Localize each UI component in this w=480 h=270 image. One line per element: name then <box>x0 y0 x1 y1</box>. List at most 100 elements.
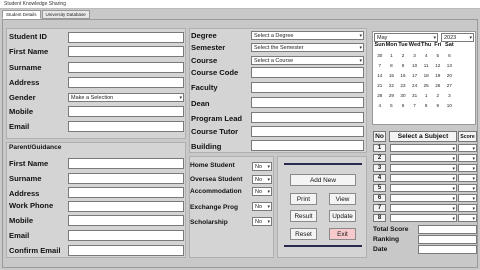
scholarship-select[interactable]: No ▾ <box>252 217 272 226</box>
calendar-day[interactable]: 2 <box>397 51 409 61</box>
calendar-day[interactable]: 15 <box>386 71 398 81</box>
calendar-day[interactable]: 18 <box>420 71 432 81</box>
gender-select[interactable]: Make a Selection ▾ <box>68 93 184 102</box>
calendar-day[interactable]: 6 <box>397 101 409 111</box>
calendar-day[interactable]: 8 <box>420 101 432 111</box>
calendar-day[interactable]: 3 <box>444 91 456 101</box>
degree-select[interactable]: Select a Degree ▾ <box>251 31 364 40</box>
course-select[interactable]: Select a Course ▾ <box>251 56 364 65</box>
subject-select[interactable]: ▾ <box>390 144 457 152</box>
calendar-day[interactable]: 26 <box>432 81 444 91</box>
date-input[interactable] <box>418 245 477 254</box>
tab-university-database[interactable]: University Database <box>41 10 90 19</box>
calendar-day[interactable]: 10 <box>444 101 456 111</box>
calendar-day[interactable]: 23 <box>397 81 409 91</box>
calendar-day[interactable]: 13 <box>444 61 456 71</box>
parent-surname-input[interactable] <box>68 173 184 184</box>
score-select[interactable]: ▾ <box>458 214 477 222</box>
calendar-day[interactable]: 12 <box>432 61 444 71</box>
parent-mobile-input[interactable] <box>68 215 184 226</box>
subject-select[interactable]: ▾ <box>390 184 457 192</box>
subject-select[interactable]: ▾ <box>390 154 457 162</box>
calendar-day[interactable]: 16 <box>397 71 409 81</box>
score-select[interactable]: ▾ <box>458 184 477 192</box>
program-lead-input[interactable] <box>251 112 364 123</box>
score-select[interactable]: ▾ <box>458 164 477 172</box>
accommodation-select[interactable]: No ▾ <box>252 187 272 196</box>
calendar-day[interactable]: 5 <box>432 51 444 61</box>
calendar-day[interactable]: 20 <box>444 71 456 81</box>
subject-select[interactable]: ▾ <box>390 214 457 222</box>
oversea-student-select[interactable]: No ▾ <box>252 175 272 184</box>
calendar-day[interactable]: 29 <box>386 91 398 101</box>
calendar-day[interactable]: 14 <box>374 71 386 81</box>
subject-select[interactable]: ▾ <box>390 164 457 172</box>
tab-student-details[interactable]: Student Details <box>2 10 41 19</box>
total-score-input[interactable] <box>418 225 477 234</box>
calendar-day[interactable]: 30 <box>397 91 409 101</box>
calendar-day[interactable]: 8 <box>386 61 398 71</box>
calendar-day[interactable]: 19 <box>432 71 444 81</box>
parent-email-input[interactable] <box>68 230 184 241</box>
calendar-day[interactable]: 6 <box>444 51 456 61</box>
calendar-day[interactable]: 24 <box>409 81 421 91</box>
score-select[interactable]: ▾ <box>458 154 477 162</box>
work-phone-input[interactable] <box>68 201 184 212</box>
faculty-input[interactable] <box>251 82 364 93</box>
building-input[interactable] <box>251 140 364 151</box>
ranking-input[interactable] <box>418 235 477 244</box>
month-select[interactable]: May ▾ <box>374 33 438 42</box>
view-button[interactable]: View <box>329 193 356 205</box>
calendar-day[interactable]: 4 <box>420 51 432 61</box>
year-select[interactable]: 2023 ▾ <box>441 33 474 42</box>
score-select[interactable]: ▾ <box>458 144 477 152</box>
course-code-input[interactable] <box>251 67 364 78</box>
calendar-day[interactable]: 27 <box>444 81 456 91</box>
update-button[interactable]: Update <box>329 210 356 222</box>
calendar-day[interactable]: 22 <box>386 81 398 91</box>
confirm-email-input[interactable] <box>68 245 184 256</box>
mobile-input[interactable] <box>68 106 184 117</box>
calendar-day[interactable]: 1 <box>386 51 398 61</box>
score-select[interactable]: ▾ <box>458 204 477 212</box>
calendar-day[interactable]: 21 <box>374 81 386 91</box>
result-button[interactable]: Result <box>290 210 317 222</box>
first-name-input[interactable] <box>68 46 184 57</box>
address-input[interactable] <box>68 77 184 88</box>
calendar-day[interactable]: 17 <box>409 71 421 81</box>
subject-select[interactable]: ▾ <box>390 174 457 182</box>
calendar-day[interactable]: 1 <box>420 91 432 101</box>
calendar-day[interactable]: 5 <box>386 101 398 111</box>
calendar-day[interactable]: 9 <box>397 61 409 71</box>
dean-input[interactable] <box>251 97 364 108</box>
add-new-button[interactable]: Add New <box>290 174 356 186</box>
calendar-day[interactable]: 7 <box>409 101 421 111</box>
calendar-day[interactable]: 7 <box>374 61 386 71</box>
print-button[interactable]: Print <box>290 193 317 205</box>
score-select[interactable]: ▾ <box>458 194 477 202</box>
calendar-day[interactable]: 4 <box>374 101 386 111</box>
calendar-day[interactable]: 9 <box>432 101 444 111</box>
calendar-day[interactable]: 10 <box>409 61 421 71</box>
calendar-day[interactable]: 31 <box>409 91 421 101</box>
semester-select[interactable]: Select the Semester ▾ <box>251 43 364 52</box>
calendar-day[interactable]: 28 <box>374 91 386 101</box>
exchange-prog-select[interactable]: No ▾ <box>252 202 272 211</box>
exit-button[interactable]: Exit <box>329 228 356 240</box>
calendar-day[interactable]: 30 <box>374 51 386 61</box>
calendar-day[interactable]: 25 <box>420 81 432 91</box>
reset-button[interactable]: Reset <box>290 228 317 240</box>
parent-first-name-input[interactable] <box>68 158 184 169</box>
calendar-day[interactable]: 3 <box>409 51 421 61</box>
course-tutor-input[interactable] <box>251 126 364 137</box>
score-select[interactable]: ▾ <box>458 174 477 182</box>
surname-input[interactable] <box>68 62 184 73</box>
home-student-select[interactable]: No ▾ <box>252 162 272 171</box>
parent-address-input[interactable] <box>68 187 184 198</box>
calendar-day[interactable]: 2 <box>432 91 444 101</box>
student-id-input[interactable] <box>68 32 184 43</box>
subject-select[interactable]: ▾ <box>390 194 457 202</box>
calendar-day[interactable]: 11 <box>420 61 432 71</box>
subject-select[interactable]: ▾ <box>390 204 457 212</box>
email-input[interactable] <box>68 121 184 132</box>
